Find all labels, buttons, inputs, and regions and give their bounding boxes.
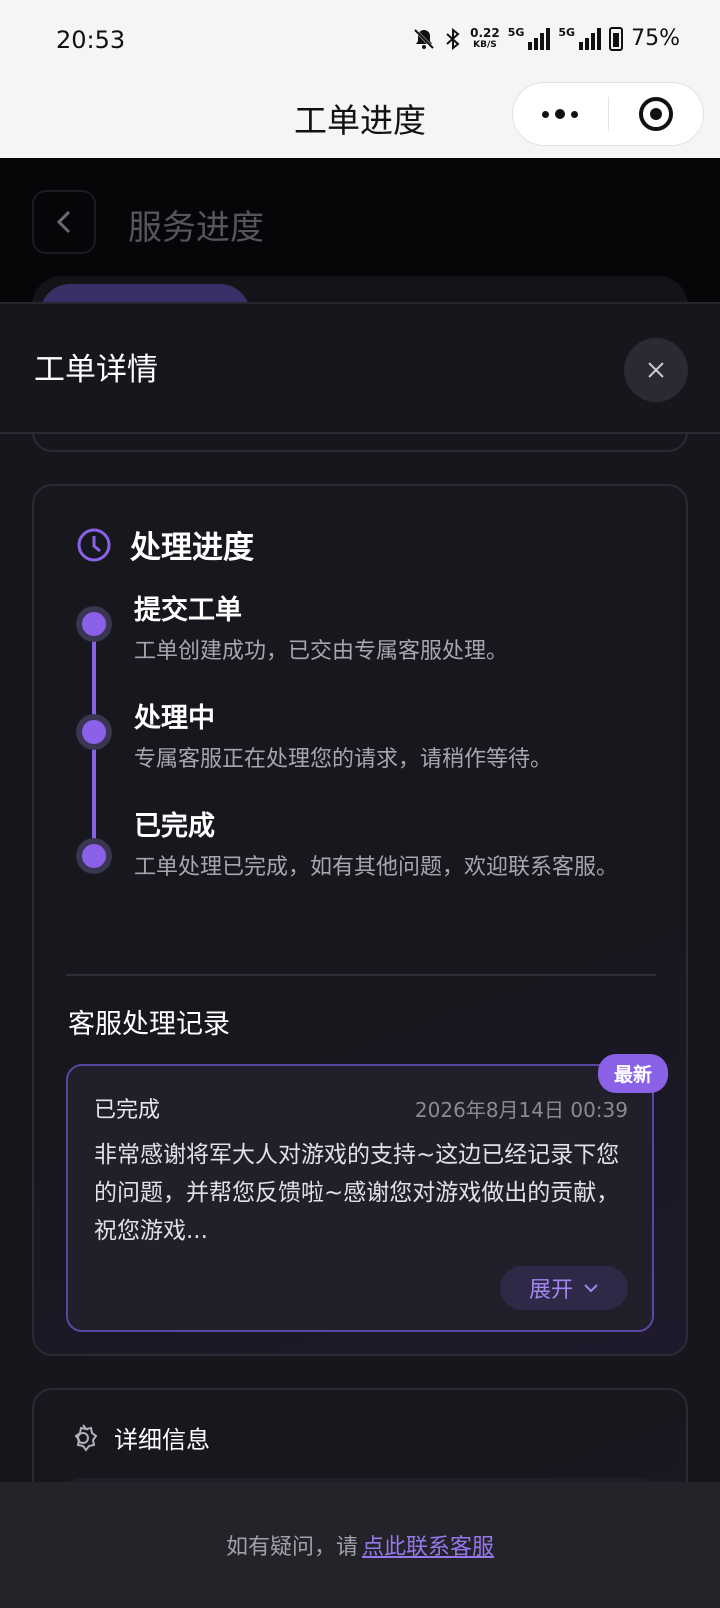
status-bar: 20:53 0.22 KB/S 5G 5G 75% (0, 0, 720, 82)
chevron-down-icon (584, 1284, 598, 1293)
section-divider (66, 974, 656, 976)
sim2-network-type: 5G (558, 26, 576, 39)
background-page-title: 服务进度 (128, 208, 264, 248)
sim1-network-type: 5G (507, 26, 525, 39)
latest-badge: 最新 (597, 1054, 668, 1093)
footer-prefix: 如有疑问，请 (225, 1535, 358, 1560)
battery-level: 75% (631, 26, 680, 51)
record-status: 已完成 (94, 1098, 161, 1123)
record-item: 最新 已完成 2026年8月14日 00:39 非常感谢将军大人对游戏的支持~这… (66, 1054, 668, 1332)
close-button[interactable] (624, 338, 688, 402)
contact-footer: 如有疑问，请 点此联系客服 (0, 1482, 720, 1608)
step-description: 工单创建成功，已交由专属客服处理。 (134, 639, 509, 664)
timeline-dot-processing (76, 714, 112, 750)
step-description: 工单处理已完成，如有其他问题，欢迎联系客服。 (134, 855, 619, 880)
timeline-dot-completed (76, 838, 112, 874)
ticket-detail-sheet: 工单详情 处理进度 提交工单 工单创建成功，已交由专属客服处理。 处理中 专属客… (0, 302, 720, 1608)
sheet-header: 工单详情 (0, 304, 720, 434)
close-mini-program-icon[interactable] (609, 96, 704, 132)
progress-heading: 处理进度 (130, 530, 254, 566)
mute-bell-icon (414, 28, 435, 49)
expand-label: 展开 (528, 1278, 573, 1303)
timeline-step: 已完成 工单处理已完成，如有其他问题，欢迎联系客服。 (134, 804, 654, 885)
step-description: 专属客服正在处理您的请求，请稍作等待。 (134, 747, 553, 772)
gear-icon (74, 1423, 98, 1452)
battery-icon (609, 26, 624, 51)
back-button (32, 190, 96, 254)
timeline-step: 提交工单 工单创建成功，已交由专属客服处理。 (134, 588, 654, 669)
timeline-step: 处理中 专属客服正在处理您的请求，请稍作等待。 (134, 696, 654, 777)
sim1-signal-icon (528, 27, 551, 50)
background-page: 服务进度 (0, 158, 720, 344)
step-title: 处理中 (134, 703, 215, 734)
timeline-dot-submitted (76, 606, 112, 642)
sheet-title: 工单详情 (34, 352, 158, 388)
step-title: 已完成 (134, 811, 215, 842)
net-speed-value: 0.22 (470, 25, 500, 40)
mini-program-navbar: 工单进度 (0, 82, 720, 158)
bluetooth-icon (446, 27, 460, 50)
mini-program-capsule (512, 82, 704, 146)
details-header: 详细信息 (68, 1420, 210, 1455)
progress-card: 处理进度 提交工单 工单创建成功，已交由专属客服处理。 处理中 专属客服正在处理… (32, 484, 688, 1356)
close-icon (648, 362, 664, 378)
contact-support-link[interactable]: 点此联系客服 (362, 1529, 494, 1561)
chevron-left-icon (56, 210, 71, 234)
more-options-icon[interactable] (513, 109, 608, 119)
net-speed-unit: KB/S (473, 39, 497, 50)
status-icons: 0.22 KB/S 5G 5G 75% (412, 26, 680, 51)
status-time: 20:53 (56, 26, 126, 54)
net-speed: 0.22 KB/S (470, 27, 500, 51)
record-content: 非常感谢将军大人对游戏的支持~这边已经记录下您的问题，并帮您反馈啦~感谢您对游戏… (94, 1142, 620, 1244)
sim2-signal-icon (579, 27, 602, 50)
expand-button[interactable]: 展开 (500, 1266, 628, 1310)
records-heading: 客服处理记录 (68, 1009, 230, 1040)
clock-icon (77, 528, 111, 561)
record-time: 2026年8月14日 00:39 (414, 1098, 628, 1122)
progress-header: 处理进度 (76, 522, 254, 567)
step-title: 提交工单 (134, 595, 242, 626)
details-heading: 详细信息 (114, 1426, 210, 1454)
